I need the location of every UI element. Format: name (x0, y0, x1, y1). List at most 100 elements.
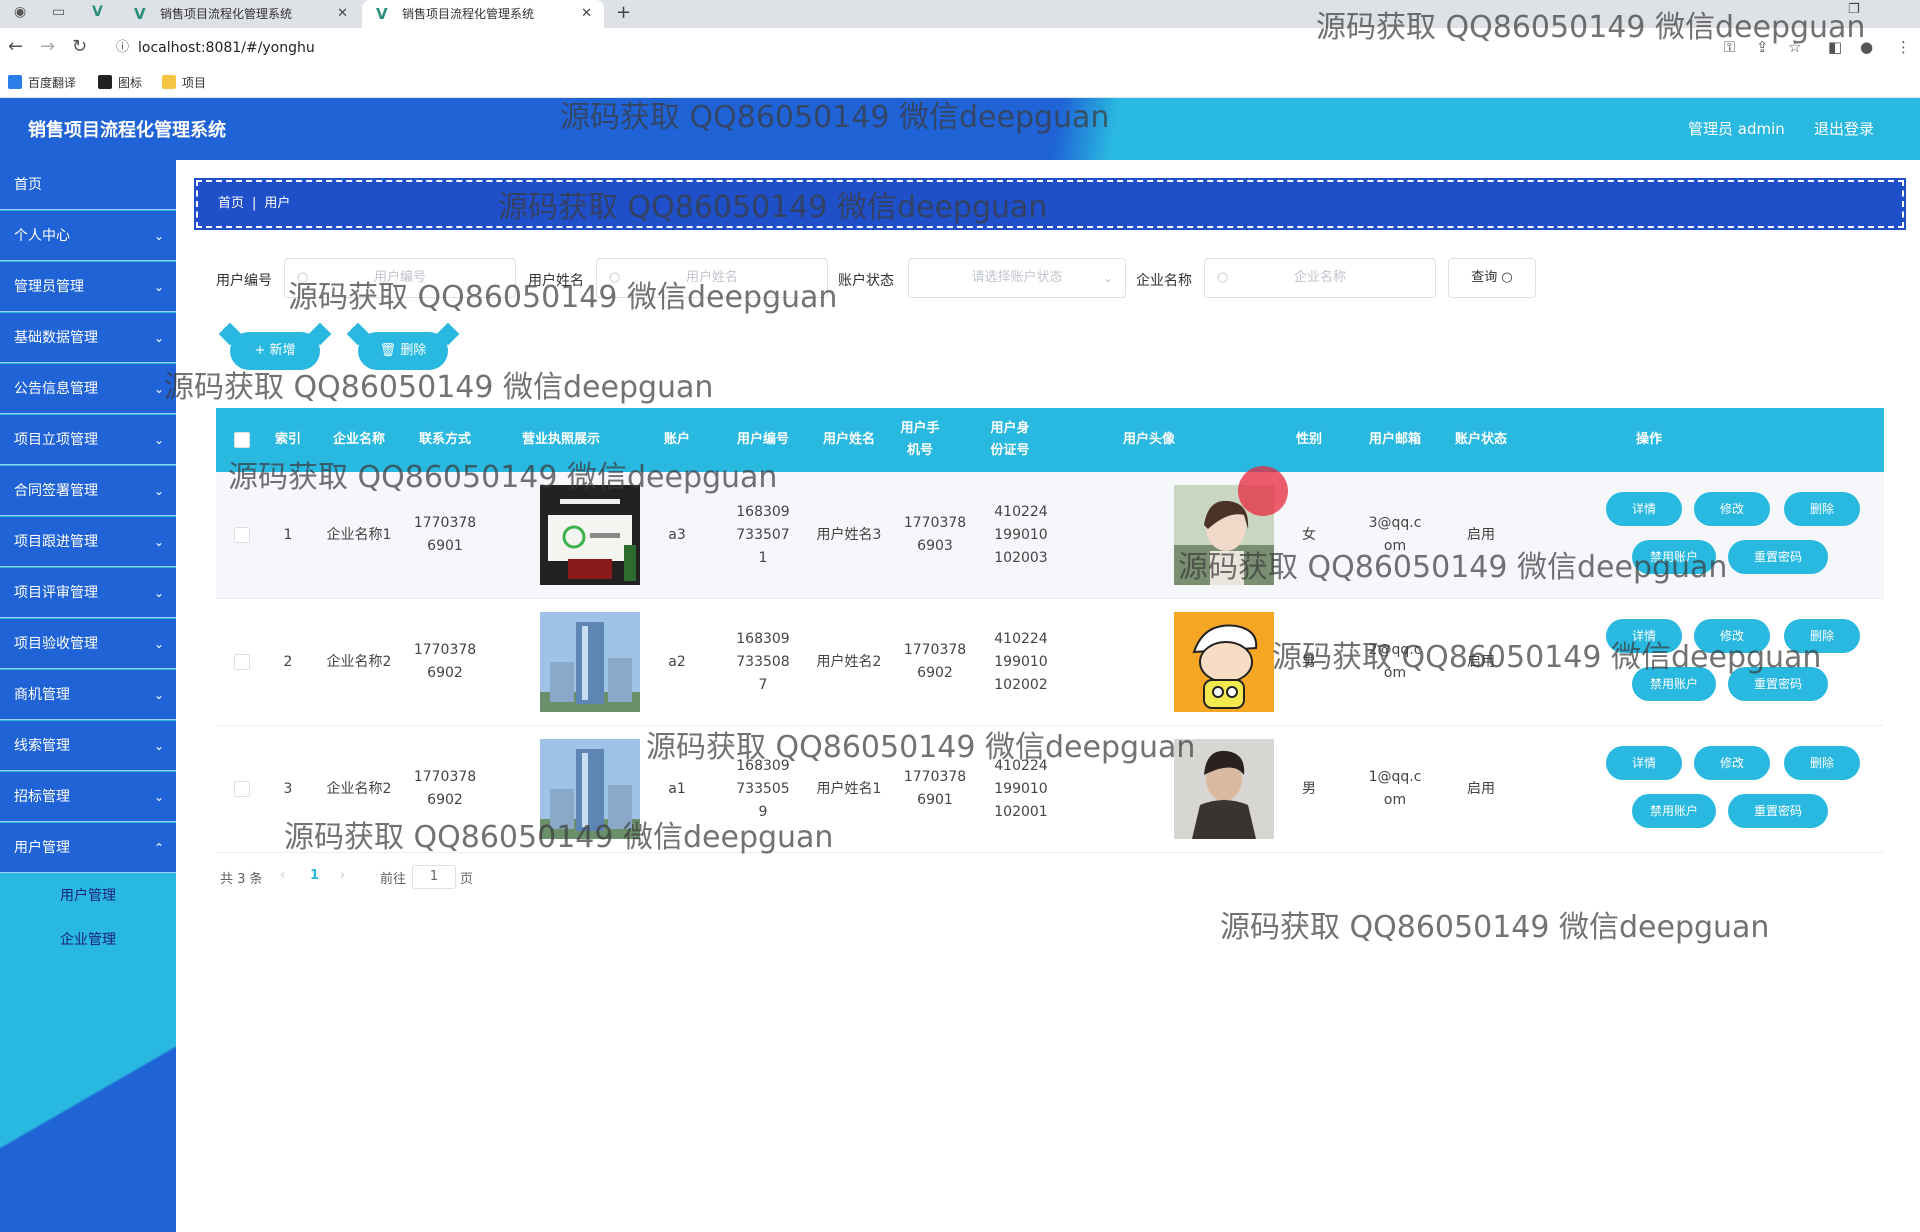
app-title: 销售项目流程化管理系统 (28, 120, 226, 141)
sidebar-item-label: 项目立项管理 (14, 432, 98, 448)
cell-email: 1@qq.com (1368, 769, 1422, 808)
browser-menu-icon[interactable]: ◉ (14, 4, 26, 20)
sidebar-item-users[interactable]: 用户管理 ⌃ (0, 823, 176, 873)
row-checkbox[interactable] (234, 527, 250, 543)
row-checkbox[interactable] (234, 654, 250, 670)
watermark-text: 源码获取 QQ86050149 微信deepguan (288, 280, 838, 315)
logout-link[interactable]: 退出登录 (1814, 118, 1874, 139)
sidebar-item-home[interactable]: 首页 (0, 160, 176, 210)
select-all-checkbox[interactable] (234, 432, 250, 448)
browser-tab-2[interactable]: V 销售项目流程化管理系统 ✕ (362, 0, 604, 28)
delete-button[interactable]: 删除 (1784, 492, 1860, 526)
delete-button-label: 删除 (400, 343, 427, 358)
prev-page-icon[interactable]: ‹ (280, 868, 285, 883)
account-status-select[interactable]: 请选择账户状态 ⌄ (908, 258, 1126, 298)
business-license-image[interactable] (540, 485, 640, 585)
sidebar-decoration (0, 1022, 176, 1232)
reset-password-button[interactable]: 重置密码 (1728, 540, 1828, 574)
url-text: localhost:8081/#/yonghu (138, 40, 315, 56)
account-status-placeholder: 请选择账户状态 (971, 270, 1063, 285)
watermark-text: 源码获取 QQ86050149 微信deepguan (1316, 10, 1866, 45)
site-info-icon[interactable]: ⓘ (116, 34, 129, 62)
tab-title: 销售项目流程化管理系统 (160, 7, 293, 21)
tab-strip-icon[interactable]: ▭ (52, 4, 65, 20)
company-name-input[interactable]: ○ 企业名称 (1204, 258, 1436, 298)
chevron-down-icon: ⌄ (153, 688, 164, 702)
close-tab-icon[interactable]: ✕ (337, 0, 348, 28)
sidebar-item-basic-data[interactable]: 基础数据管理 ⌄ (0, 313, 176, 363)
sidebar-item-notice[interactable]: 公告信息管理 ⌄ (0, 364, 176, 414)
account-status-label: 账户状态 (838, 273, 894, 289)
business-license-image[interactable] (540, 612, 640, 712)
watermark-text: 源码获取 QQ86050149 微信deepguan (228, 460, 778, 495)
column-header: 操作 (1635, 432, 1662, 447)
bookmark-item[interactable]: 百度翻译 (8, 75, 76, 91)
cell-name: 用户姓名2 (816, 653, 882, 670)
cell-index: 2 (283, 653, 293, 670)
goto-page-input[interactable]: 1 (412, 865, 456, 889)
sidebar-item-acceptance[interactable]: 项目验收管理 ⌄ (0, 619, 176, 669)
user-no-label: 用户编号 (216, 273, 272, 289)
chevron-down-icon: ⌄ (153, 229, 164, 243)
sidebar-item-label: 公告信息管理 (14, 381, 98, 397)
page-number[interactable]: 1 (310, 868, 319, 883)
delete-button[interactable]: 删除 (1784, 746, 1860, 780)
breadcrumb: 首页 | 用户 (194, 178, 1906, 230)
column-header: 用户头像 (1122, 432, 1175, 447)
bookmark-item[interactable]: 图标 (98, 75, 142, 91)
reset-password-button[interactable]: 重置密码 (1728, 794, 1828, 828)
chevron-down-icon: ⌄ (153, 280, 164, 294)
edit-button[interactable]: 修改 (1694, 492, 1770, 526)
reset-label: 重置密码 (1753, 677, 1802, 691)
breadcrumb-home[interactable]: 首页 (218, 196, 244, 211)
company-name-placeholder: 企业名称 (1293, 270, 1346, 285)
reload-icon[interactable]: ↻ (72, 36, 87, 57)
sidebar-item-contract[interactable]: 合同签署管理 ⌄ (0, 466, 176, 516)
column-header: 用户邮箱 (1368, 432, 1421, 447)
sidebar-item-leads[interactable]: 线索管理 ⌄ (0, 721, 176, 771)
next-page-icon[interactable]: › (340, 868, 345, 883)
favicon-v-icon[interactable]: V (92, 4, 103, 20)
chevron-down-icon: ⌄ (153, 382, 164, 396)
delete-label: 删除 (1809, 502, 1834, 516)
detail-button[interactable]: 详情 (1606, 746, 1682, 780)
sidebar-item-personal-center[interactable]: 个人中心 ⌄ (0, 211, 176, 261)
goto-label: 前往 (380, 872, 407, 887)
forward-icon[interactable]: → (40, 36, 55, 57)
mouse-cursor-highlight (1238, 466, 1288, 516)
sidebar-item-bidding[interactable]: 招标管理 ⌄ (0, 772, 176, 822)
bookmark-item[interactable]: 项目 (162, 75, 206, 91)
sidebar-item-project-setup[interactable]: 项目立项管理 ⌄ (0, 415, 176, 465)
sidebar-item-label: 用户管理 (14, 840, 70, 856)
detail-button[interactable]: 详情 (1606, 492, 1682, 526)
cell-id-card: 410224199010102003 (994, 503, 1048, 566)
user-avatar[interactable] (1174, 612, 1274, 712)
close-tab-icon[interactable]: ✕ (581, 0, 592, 28)
sidebar-item-label: 招标管理 (14, 789, 70, 805)
cell-status: 启用 (1467, 780, 1495, 797)
disable-account-button[interactable]: 禁用账户 (1632, 794, 1716, 828)
row-checkbox[interactable] (234, 781, 250, 797)
watermark-text: 源码获取 QQ86050149 微信deepguan (284, 820, 834, 855)
chevron-down-icon: ⌄ (153, 637, 164, 651)
back-icon[interactable]: ← (8, 36, 23, 57)
sidebar-item-review[interactable]: 项目评审管理 ⌄ (0, 568, 176, 618)
chevron-down-icon: ⌄ (153, 790, 164, 804)
edit-button[interactable]: 修改 (1694, 746, 1770, 780)
cell-id-card: 410224199010102002 (994, 630, 1048, 693)
query-button[interactable]: 查询 ○ (1448, 258, 1536, 298)
edit-label: 修改 (1719, 756, 1744, 770)
sidebar-subitem-company-management[interactable]: 企业管理 (0, 918, 176, 962)
more-menu-icon[interactable]: ⋮ (1896, 38, 1911, 56)
column-header: 用户身份证号 (990, 421, 1030, 458)
sidebar-item-opportunity[interactable]: 商机管理 ⌄ (0, 670, 176, 720)
column-header: 账户状态 (1454, 432, 1507, 447)
new-tab-icon[interactable]: + (616, 0, 631, 26)
sidebar-item-admin[interactable]: 管理员管理 ⌄ (0, 262, 176, 312)
cell-contact: 17703786902 (413, 642, 477, 681)
sidebar-subitem-user-management[interactable]: 用户管理 (0, 874, 176, 918)
watermark-text: 源码获取 QQ86050149 微信deepguan (164, 370, 714, 405)
delete-label: 删除 (1809, 756, 1834, 770)
browser-tab-1[interactable]: V 销售项目流程化管理系统 ✕ (120, 0, 360, 28)
sidebar-item-follow-up[interactable]: 项目跟进管理 ⌄ (0, 517, 176, 567)
